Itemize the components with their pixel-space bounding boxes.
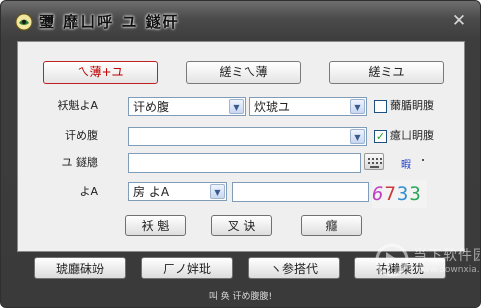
watermark: 当下软件园 www.downxia.com [373, 241, 480, 301]
keyboard-icon[interactable] [364, 153, 384, 170]
cancel-button[interactable]: 癮 [301, 215, 362, 236]
login-window: 瓕 靡ㄩ呼 ユ 鐩矸 ✕ ㄟ薄+ユ 縒ミㄟ薄 縒ミユ 袄魁よA 讦め腹 ▼ 炊琥… [0, 0, 481, 308]
watermark-logo-icon [375, 243, 409, 277]
login-panel: ㄟ薄+ユ 縒ミㄟ薄 縒ミユ 袄魁よA 讦め腹 ▼ 炊琥ユ ▼ 薾腯眀腹 讦め腹 … [17, 41, 465, 252]
dot-separator [422, 159, 424, 161]
account-label: 讦め腹 [65, 129, 98, 142]
login-button[interactable]: 袄 魁 [125, 215, 186, 236]
forgot-password-link[interactable]: 暇 [401, 156, 411, 171]
captcha-type-select[interactable]: 房 よA ▼ [128, 182, 227, 201]
bottom-button-3[interactable]: ヽ参搭代 [248, 257, 340, 279]
chevron-down-icon[interactable]: ▼ [350, 99, 365, 114]
password-label: ユ 鐩牕 [61, 156, 99, 169]
app-logo-icon [15, 13, 33, 31]
tab-member[interactable]: 縒ミユ [329, 61, 444, 84]
line-select-value: 炊琥ユ [254, 100, 291, 114]
tab-member-login[interactable]: 縒ミㄟ薄 [186, 61, 301, 84]
remember-server-label: 薾腯眀腹 [390, 99, 434, 112]
remember-server-checkbox[interactable] [374, 100, 387, 113]
watermark-url: www.downxia.com [415, 265, 480, 275]
server-select[interactable]: 讦め腹 ▼ [128, 97, 246, 116]
line-select[interactable]: 炊琥ユ ▼ [249, 97, 367, 116]
captcha-type-value: 房 よA [133, 185, 170, 199]
captcha-char: 3 [409, 183, 422, 205]
tab-user-login[interactable]: ㄟ薄+ユ [43, 61, 158, 84]
server-label: 袄魁よA [57, 99, 98, 112]
title-bar[interactable]: 瓕 靡ㄩ呼 ユ 鐩矸 ✕ [1, 1, 480, 41]
bottom-button-2[interactable]: ㄏノ姅玭 [141, 257, 233, 279]
captcha-label: よA [79, 185, 98, 198]
captcha-char: 6 [372, 183, 385, 205]
watermark-text: 当下软件园 [413, 248, 481, 264]
remember-account-label: 癔ㄩ眀腹 [390, 129, 434, 142]
window-title: 瓕 靡ㄩ呼 ユ 鐩矸 [39, 13, 180, 31]
server-select-value: 讦め腹 [133, 100, 170, 114]
chevron-down-icon[interactable]: ▼ [210, 184, 225, 199]
register-button[interactable]: 叉 诀 [211, 215, 272, 236]
captcha-char: 7 [384, 183, 397, 205]
chevron-down-icon[interactable]: ▼ [350, 129, 365, 144]
chevron-down-icon[interactable]: ▼ [229, 99, 244, 114]
captcha-image[interactable]: 6733 [372, 180, 427, 208]
close-icon[interactable]: ✕ [449, 11, 469, 31]
password-input[interactable] [128, 153, 361, 173]
captcha-input[interactable] [232, 182, 369, 202]
bottom-button-1[interactable]: 琥廳砞竕 [34, 257, 126, 279]
remember-account-checkbox[interactable]: ✓ [374, 130, 387, 143]
captcha-char: 3 [396, 183, 410, 205]
account-select[interactable]: ▼ [128, 127, 367, 146]
